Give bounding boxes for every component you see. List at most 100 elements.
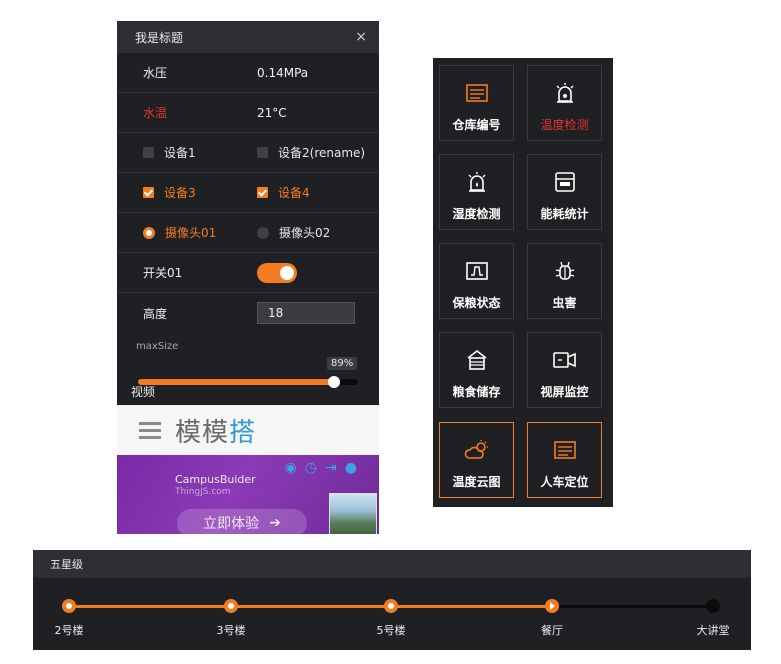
person-vehicle-icon bbox=[553, 437, 576, 463]
tile-grain-storage[interactable]: 粮食储存 bbox=[439, 332, 514, 408]
function-tile-grid: 仓库编号 温度检测 湿度检测 能耗统计 保粮状态 虫害 粮食储存 视屏监控 温度… bbox=[433, 58, 613, 507]
clock-icon[interactable]: ◷ bbox=[305, 460, 317, 476]
step-label-2: 3号楼 bbox=[216, 624, 246, 637]
slider-thumb[interactable] bbox=[327, 376, 340, 388]
video-promo[interactable]: ◉ ◷ ⇥ ● CampusBuider ThingJS.com 立即体验 ➔ bbox=[117, 455, 379, 534]
checkbox-label: 设备4 bbox=[278, 186, 310, 200]
tile-warehouse-number[interactable]: 仓库编号 bbox=[439, 65, 514, 141]
tile-humidity-check[interactable]: 湿度检测 bbox=[439, 154, 514, 230]
radio-label: 摄像头01 bbox=[165, 226, 217, 240]
water-pressure-label: 水压 bbox=[143, 66, 168, 80]
promo-icon-bar: ◉ ◷ ⇥ ● bbox=[285, 460, 357, 476]
step-dot-2[interactable] bbox=[224, 599, 238, 613]
tile-label: 湿度检测 bbox=[452, 207, 501, 221]
arrow-right-icon: ➔ bbox=[269, 515, 281, 531]
checkbox-label: 设备1 bbox=[164, 146, 196, 160]
promo-subtitle: ThingJS.com bbox=[175, 487, 231, 497]
slider-fill bbox=[138, 379, 334, 385]
brand-logo: 模模搭 bbox=[175, 417, 257, 448]
checkbox-device-2[interactable]: 设备2(rename) bbox=[257, 144, 365, 161]
switch-knob bbox=[280, 265, 294, 280]
tile-label: 温度检测 bbox=[540, 118, 589, 132]
radio-row: 摄像头01 摄像头02 bbox=[117, 213, 379, 253]
slider-label: maxSize bbox=[136, 341, 179, 352]
switch-row: 开关01 bbox=[117, 253, 379, 293]
grain-status-icon bbox=[465, 258, 488, 284]
stepper-header: 五星级 bbox=[33, 550, 751, 578]
height-row: 高度 bbox=[117, 293, 379, 333]
weather-cloud-icon bbox=[464, 437, 490, 463]
stepper-line-todo bbox=[552, 605, 713, 608]
try-now-button[interactable]: 立即体验 ➔ bbox=[177, 509, 307, 534]
tile-video-monitor[interactable]: 视屏监控 bbox=[527, 332, 602, 408]
video-section-label: 视频 bbox=[131, 385, 156, 399]
slider-value-tooltip: 89% bbox=[327, 357, 358, 370]
stepper-title: 五星级 bbox=[50, 558, 83, 571]
tile-label: 粮食储存 bbox=[452, 385, 501, 399]
step-label-4: 餐厅 bbox=[541, 624, 563, 637]
promo-title: CampusBuider bbox=[175, 473, 256, 486]
tile-person-vehicle[interactable]: 人车定位 bbox=[527, 422, 602, 498]
checkbox-box-checked[interactable] bbox=[143, 187, 154, 198]
tile-label: 温度云图 bbox=[452, 475, 501, 489]
grain-storage-icon bbox=[466, 347, 488, 373]
close-icon[interactable]: × bbox=[355, 29, 367, 45]
video-logo-band: 模模搭 bbox=[117, 405, 379, 455]
tile-label: 保粮状态 bbox=[452, 296, 501, 310]
camera-monitor-icon bbox=[552, 347, 577, 373]
checkbox-label: 设备2(rename) bbox=[278, 146, 366, 160]
slider-track[interactable] bbox=[138, 376, 358, 388]
step-label-5: 大讲堂 bbox=[696, 624, 730, 637]
checkbox-row-2: 设备3 设备4 bbox=[117, 173, 379, 213]
globe-icon[interactable]: ◉ bbox=[285, 460, 297, 476]
login-icon[interactable]: ⇥ bbox=[325, 460, 337, 476]
radio-dot[interactable] bbox=[257, 226, 269, 239]
radio-camera-02[interactable]: 摄像头02 bbox=[257, 224, 330, 241]
tile-label: 虫害 bbox=[552, 296, 577, 310]
tile-temperature-cloud[interactable]: 温度云图 bbox=[439, 422, 514, 498]
checkbox-label: 设备3 bbox=[164, 186, 196, 200]
checkbox-box[interactable] bbox=[143, 147, 154, 158]
water-temp-value: 21°C bbox=[257, 105, 287, 120]
tile-label: 仓库编号 bbox=[452, 118, 501, 132]
step-dot-1[interactable] bbox=[62, 599, 76, 613]
step-dot-4-current[interactable] bbox=[545, 599, 559, 613]
bug-icon bbox=[554, 258, 576, 284]
tile-grain-status[interactable]: 保粮状态 bbox=[439, 243, 514, 319]
temperature-alarm-icon bbox=[554, 80, 576, 106]
stepper-line-done bbox=[69, 605, 552, 608]
tile-pest[interactable]: 虫害 bbox=[527, 243, 602, 319]
tile-temperature-check[interactable]: 温度检测 bbox=[527, 65, 602, 141]
checkbox-box[interactable] bbox=[257, 147, 268, 158]
checkbox-device-3[interactable]: 设备3 bbox=[143, 184, 257, 201]
height-input[interactable] bbox=[257, 302, 355, 324]
switch-toggle[interactable] bbox=[257, 262, 297, 283]
radio-dot-checked[interactable] bbox=[143, 226, 155, 239]
menu-icon[interactable] bbox=[139, 418, 161, 443]
energy-meter-icon bbox=[554, 169, 576, 195]
five-star-stepper: 五星级 2号楼 3号楼 5号楼 餐厅 大讲堂 bbox=[33, 550, 751, 650]
max-size-slider-group: maxSize 89% bbox=[117, 333, 379, 389]
water-pressure-value: 0.14MPa bbox=[257, 65, 309, 80]
step-dot-5[interactable] bbox=[706, 599, 720, 613]
water-temp-row: 水温 21°C bbox=[117, 93, 379, 133]
control-panel: 我是标题 × 水压 0.14MPa 水温 21°C 设备1 设备2(rename… bbox=[117, 21, 379, 534]
tile-label: 人车定位 bbox=[540, 475, 589, 489]
radio-camera-01[interactable]: 摄像头01 bbox=[143, 224, 257, 241]
tile-energy-stats[interactable]: 能耗统计 bbox=[527, 154, 602, 230]
panel-title: 我是标题 bbox=[135, 30, 184, 45]
water-pressure-row: 水压 0.14MPa bbox=[117, 53, 379, 93]
checkbox-row-1: 设备1 设备2(rename) bbox=[117, 133, 379, 173]
step-dot-3[interactable] bbox=[384, 599, 398, 613]
height-label: 高度 bbox=[143, 306, 168, 321]
checkbox-box-checked[interactable] bbox=[257, 187, 268, 198]
switch-label: 开关01 bbox=[143, 266, 183, 280]
checkbox-device-4[interactable]: 设备4 bbox=[257, 184, 310, 201]
checkbox-device-1[interactable]: 设备1 bbox=[143, 144, 257, 161]
try-now-label: 立即体验 bbox=[203, 516, 260, 532]
water-temp-label: 水温 bbox=[143, 106, 168, 120]
user-icon[interactable]: ● bbox=[345, 460, 357, 476]
promo-building-image bbox=[329, 493, 377, 534]
step-label-1: 2号楼 bbox=[54, 624, 84, 637]
humidity-alarm-icon bbox=[466, 169, 488, 195]
